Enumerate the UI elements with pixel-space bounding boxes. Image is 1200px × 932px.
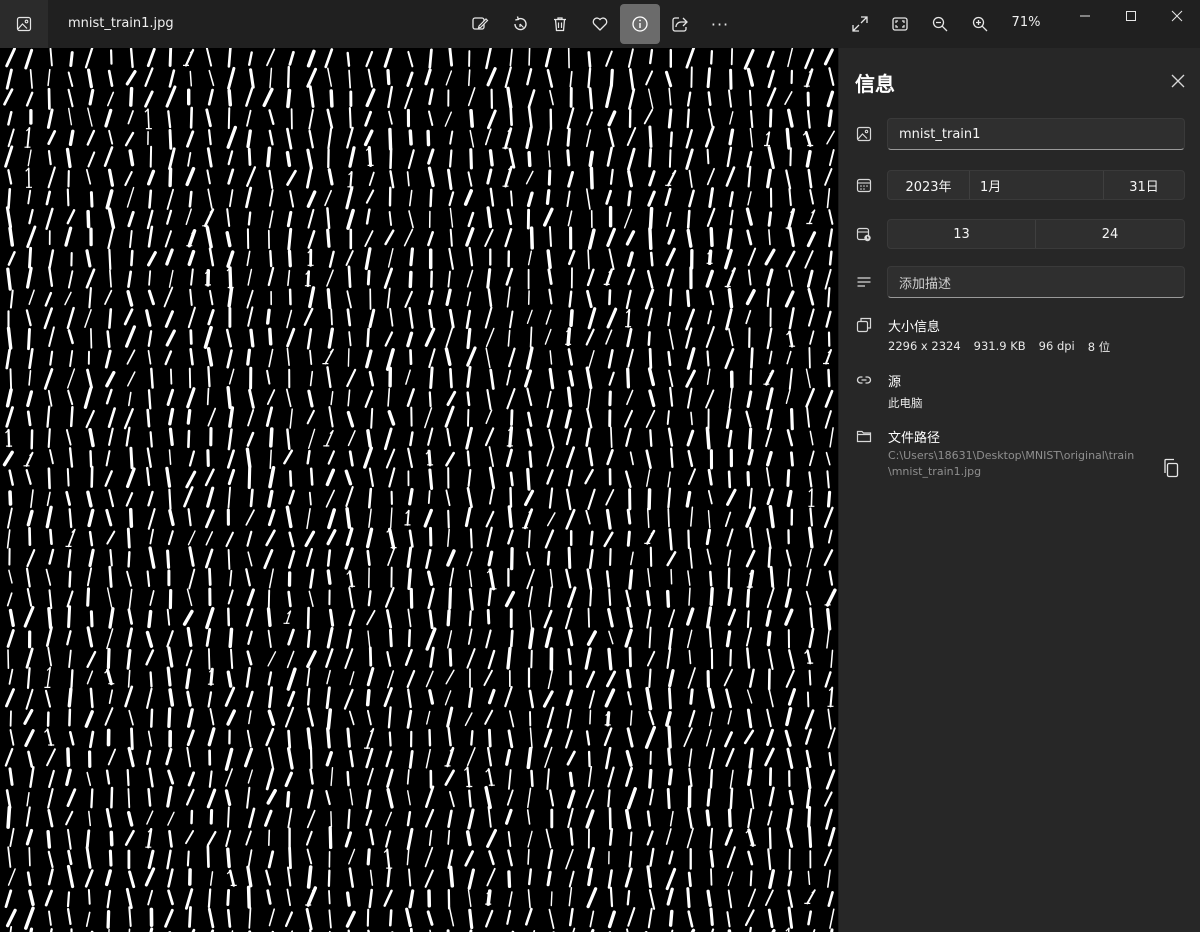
time-minute[interactable]: 24 bbox=[1036, 220, 1184, 248]
description-input[interactable]: 添加描述 bbox=[887, 266, 1185, 298]
zoom-out-button[interactable] bbox=[920, 4, 960, 44]
date-picker[interactable]: 2023年 1月 31日 bbox=[887, 170, 1185, 200]
fullscreen-button[interactable] bbox=[840, 4, 880, 44]
share-icon bbox=[672, 17, 688, 32]
favorite-icon bbox=[592, 17, 608, 31]
copy-icon bbox=[1164, 458, 1179, 478]
resolution: 96 dpi bbox=[1038, 339, 1075, 353]
rotate-icon bbox=[514, 16, 527, 31]
image-dimensions: 2296 x 2324 bbox=[888, 339, 961, 353]
size-info-heading: 大小信息 bbox=[888, 320, 941, 335]
rotate-button[interactable] bbox=[500, 4, 540, 44]
close-icon bbox=[1171, 74, 1185, 88]
panel-title: 信息 bbox=[855, 72, 895, 96]
image-canvas[interactable] bbox=[0, 48, 838, 932]
zoom-level[interactable]: 71% bbox=[1006, 15, 1046, 30]
maximize-icon bbox=[1126, 11, 1136, 21]
file-path-heading: 文件路径 bbox=[888, 431, 941, 446]
size-info-values: 2296 x 2324 931.9 KB 96 dpi 8 位 bbox=[888, 339, 1110, 355]
delete-icon bbox=[554, 17, 566, 32]
source-heading: 源 bbox=[888, 375, 902, 390]
folder-icon bbox=[855, 427, 873, 445]
fit-button[interactable] bbox=[880, 4, 920, 44]
minimize-button[interactable] bbox=[1062, 0, 1108, 32]
close-icon bbox=[1171, 10, 1183, 22]
close-panel-button[interactable] bbox=[1167, 70, 1189, 92]
more-button[interactable]: ··· bbox=[700, 4, 740, 44]
fullscreen-icon bbox=[852, 16, 868, 32]
file-size: 931.9 KB bbox=[973, 339, 1026, 353]
edit-icon bbox=[472, 17, 489, 30]
info-panel: 信息 mnist_train1 2023年 1月 31日 13 24 添加描述 … bbox=[838, 48, 1200, 932]
source-value: 此电脑 bbox=[888, 396, 923, 410]
image-content bbox=[2, 48, 837, 932]
minimize-icon bbox=[1080, 15, 1090, 17]
bit-depth: 8 位 bbox=[1087, 340, 1111, 354]
date-day[interactable]: 31日 bbox=[1104, 171, 1184, 199]
link-icon bbox=[855, 371, 873, 389]
file-name-input[interactable]: mnist_train1 bbox=[887, 118, 1185, 150]
size-info-icon bbox=[855, 316, 873, 334]
zoom-in-button[interactable] bbox=[960, 4, 1000, 44]
calendar-icon bbox=[855, 176, 873, 194]
delete-button[interactable] bbox=[540, 4, 580, 44]
info-icon bbox=[632, 16, 648, 32]
close-window-button[interactable] bbox=[1154, 0, 1200, 32]
date-year[interactable]: 2023年 bbox=[888, 171, 970, 199]
copy-path-button[interactable] bbox=[1159, 456, 1183, 480]
file-path-value[interactable]: C:\Users\18631\Desktop\MNIST\original\tr… bbox=[888, 448, 1148, 480]
time-hour[interactable]: 13 bbox=[888, 220, 1036, 248]
maximize-button[interactable] bbox=[1108, 0, 1154, 32]
zoom-in-icon bbox=[972, 16, 988, 32]
date-month[interactable]: 1月 bbox=[970, 171, 1104, 199]
image-icon bbox=[855, 125, 873, 143]
edit-button[interactable] bbox=[460, 4, 500, 44]
title-bar: mnist_train1.jpg ··· 71% bbox=[0, 0, 1200, 48]
favorite-button[interactable] bbox=[580, 4, 620, 44]
description-icon bbox=[855, 273, 873, 291]
info-button[interactable] bbox=[620, 4, 660, 44]
clock-icon bbox=[855, 225, 873, 243]
share-button[interactable] bbox=[660, 4, 700, 44]
fit-icon bbox=[892, 17, 908, 31]
zoom-out-icon bbox=[932, 16, 948, 32]
time-picker[interactable]: 13 24 bbox=[887, 219, 1185, 249]
file-title: mnist_train1.jpg bbox=[68, 16, 174, 31]
photo-icon[interactable] bbox=[0, 0, 48, 48]
